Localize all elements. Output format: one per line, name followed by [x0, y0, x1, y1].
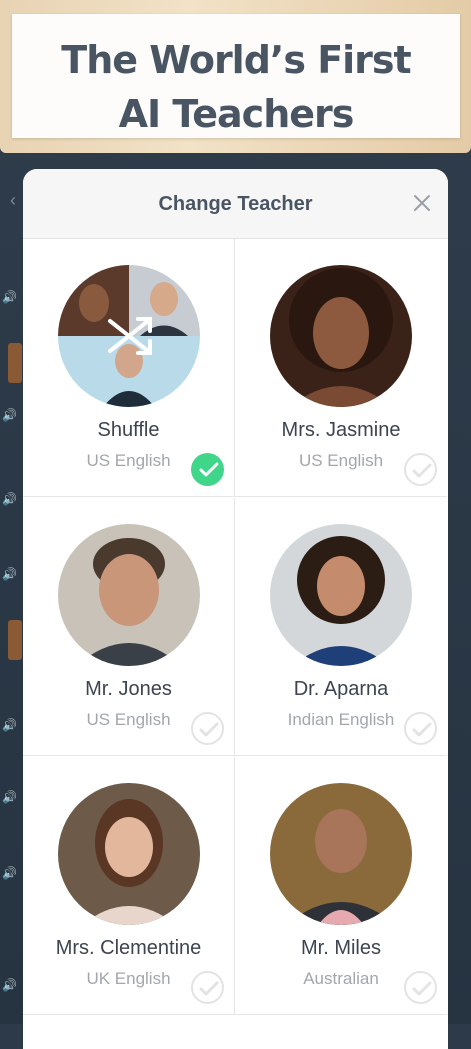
speaker-icon: 🔊 — [2, 790, 17, 804]
teacher-card-mr-miles[interactable]: Mr. Miles Australian — [235, 757, 447, 1015]
speaker-icon: 🔊 — [2, 718, 17, 732]
background-tag — [8, 620, 22, 660]
shuffle-avatar — [58, 265, 200, 407]
speaker-icon: 🔊 — [2, 492, 17, 506]
avatar — [270, 783, 412, 925]
avatar — [270, 524, 412, 666]
unselected-check-icon — [191, 971, 224, 1004]
modal-title: Change Teacher — [158, 193, 313, 215]
unselected-check-icon — [404, 971, 437, 1004]
teacher-name: Mrs. Jasmine — [281, 419, 401, 441]
change-teacher-modal: Change Teacher Shuffle US English Mrs. J… — [23, 169, 448, 1049]
modal-header: Change Teacher — [23, 169, 448, 239]
teacher-name: Mrs. Clementine — [55, 937, 202, 959]
promo-banner: The World’s First AI Teachers — [0, 0, 471, 153]
teacher-card-mrs-clementine[interactable]: Mrs. Clementine UK English — [23, 757, 235, 1015]
unselected-check-icon — [191, 712, 224, 745]
teacher-name: Mr. Jones — [85, 678, 172, 700]
unselected-check-icon — [404, 453, 437, 486]
banner-headline-line1: The World’s First — [61, 38, 411, 82]
background-tag — [8, 343, 22, 383]
teacher-card-mrs-jasmine[interactable]: Mrs. Jasmine US English — [235, 239, 447, 497]
teacher-name: Shuffle — [97, 419, 160, 441]
avatar — [270, 265, 412, 407]
avatar — [58, 524, 200, 666]
close-icon — [414, 195, 430, 211]
banner-headline-line2: AI Teachers — [118, 92, 355, 136]
teacher-name: Dr. Aparna — [293, 678, 389, 700]
avatar — [58, 783, 200, 925]
teacher-card-mr-jones[interactable]: Mr. Jones US English — [23, 498, 235, 756]
teacher-card-shuffle[interactable]: Shuffle US English — [23, 239, 235, 497]
speaker-icon: 🔊 — [2, 567, 17, 581]
banner-card: The World’s First AI Teachers — [12, 14, 460, 138]
speaker-icon: 🔊 — [2, 290, 17, 304]
speaker-icon: 🔊 — [2, 408, 17, 422]
speaker-icon: 🔊 — [2, 978, 17, 992]
close-button[interactable] — [410, 191, 434, 215]
selected-check-icon — [191, 453, 224, 486]
unselected-check-icon — [404, 712, 437, 745]
teacher-name: Mr. Miles — [301, 937, 381, 959]
back-chevron-icon: ‹ — [10, 190, 16, 210]
speaker-icon: 🔊 — [2, 866, 17, 880]
teacher-card-dr-aparna[interactable]: Dr. Aparna Indian English — [235, 498, 447, 756]
